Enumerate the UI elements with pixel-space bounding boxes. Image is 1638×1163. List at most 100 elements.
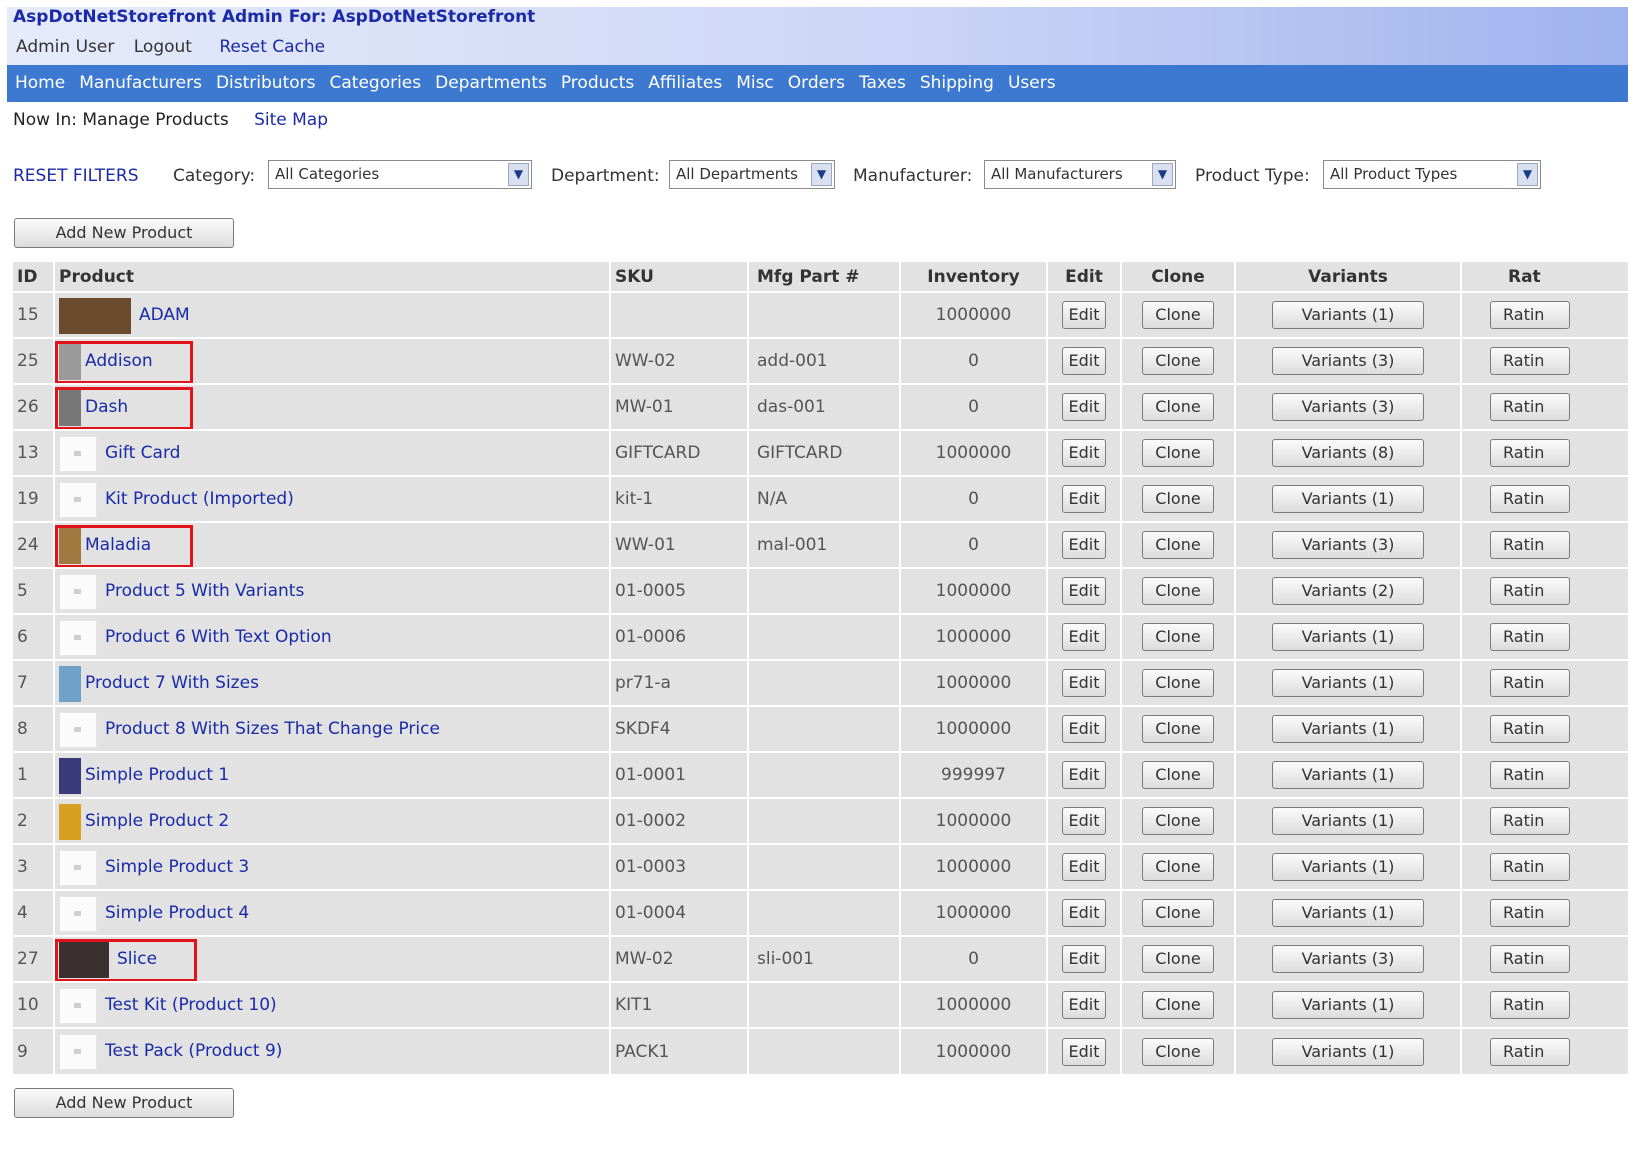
ratings-button[interactable]: Ratin xyxy=(1490,991,1570,1019)
nav-misc[interactable]: Misc xyxy=(736,65,774,102)
clone-button[interactable]: Clone xyxy=(1142,991,1214,1019)
clone-button[interactable]: Clone xyxy=(1142,531,1214,559)
ratings-button[interactable]: Ratin xyxy=(1490,347,1570,375)
clone-button[interactable]: Clone xyxy=(1142,945,1214,973)
variants-button[interactable]: Variants (1) xyxy=(1272,853,1424,881)
product-thumbnail-image[interactable] xyxy=(59,666,81,702)
variants-button[interactable]: Variants (1) xyxy=(1272,1037,1424,1066)
clone-button[interactable]: Clone xyxy=(1142,485,1214,513)
edit-button[interactable]: Edit xyxy=(1062,531,1106,559)
ratings-button[interactable]: Ratin xyxy=(1490,1037,1570,1066)
variants-button[interactable]: Variants (1) xyxy=(1272,991,1424,1019)
add-new-product-button[interactable]: Add New Product xyxy=(14,218,234,248)
variants-button[interactable]: Variants (3) xyxy=(1272,945,1424,973)
variants-button[interactable]: Variants (1) xyxy=(1272,899,1424,927)
col-header-id[interactable]: ID xyxy=(13,262,55,292)
ratings-button[interactable]: Ratin xyxy=(1490,669,1570,697)
product-thumbnail-image[interactable] xyxy=(59,712,97,748)
product-thumbnail-image[interactable] xyxy=(59,436,97,472)
edit-button[interactable]: Edit xyxy=(1062,715,1106,743)
add-new-product-button-bottom[interactable]: Add New Product xyxy=(14,1088,234,1118)
nav-shipping[interactable]: Shipping xyxy=(920,65,994,102)
product-thumbnail-image[interactable] xyxy=(59,1034,97,1070)
ratings-button[interactable]: Ratin xyxy=(1490,393,1570,421)
variants-button[interactable]: Variants (1) xyxy=(1272,761,1424,789)
edit-button[interactable]: Edit xyxy=(1062,807,1106,835)
edit-button[interactable]: Edit xyxy=(1062,853,1106,881)
product-name-link[interactable]: Simple Product 1 xyxy=(85,765,229,785)
clone-button[interactable]: Clone xyxy=(1142,347,1214,375)
site-map-link[interactable]: Site Map xyxy=(254,110,328,130)
clone-button[interactable]: Clone xyxy=(1142,761,1214,789)
variants-button[interactable]: Variants (8) xyxy=(1272,439,1424,467)
product-name-link[interactable]: Kit Product (Imported) xyxy=(105,489,294,509)
manufacturer-select[interactable]: All Manufacturers ▼ xyxy=(984,160,1176,189)
nav-users[interactable]: Users xyxy=(1008,65,1056,102)
product-thumbnail-image[interactable] xyxy=(59,482,97,518)
product-name-link[interactable]: Simple Product 4 xyxy=(105,903,249,923)
clone-button[interactable]: Clone xyxy=(1142,577,1214,605)
product-name-link[interactable]: Product 6 With Text Option xyxy=(105,627,332,647)
ratings-button[interactable]: Ratin xyxy=(1490,531,1570,559)
variants-button[interactable]: Variants (1) xyxy=(1272,623,1424,651)
product-name-link[interactable]: Test Pack (Product 9) xyxy=(105,1041,282,1061)
edit-button[interactable]: Edit xyxy=(1062,393,1106,421)
reset-filters-link[interactable]: RESET FILTERS xyxy=(13,166,139,186)
product-thumbnail-image[interactable] xyxy=(59,758,81,794)
product-name-link[interactable]: Product 7 With Sizes xyxy=(85,673,259,693)
product-name-link[interactable]: Product 5 With Variants xyxy=(105,581,304,601)
department-select[interactable]: All Departments ▼ xyxy=(669,160,835,189)
product-thumbnail-image[interactable] xyxy=(59,620,97,656)
edit-button[interactable]: Edit xyxy=(1062,439,1106,467)
edit-button[interactable]: Edit xyxy=(1062,485,1106,513)
reset-cache-link[interactable]: Reset Cache xyxy=(219,37,325,57)
clone-button[interactable]: Clone xyxy=(1142,715,1214,743)
clone-button[interactable]: Clone xyxy=(1142,623,1214,651)
clone-button[interactable]: Clone xyxy=(1142,669,1214,697)
edit-button[interactable]: Edit xyxy=(1062,623,1106,651)
product-thumbnail-image[interactable] xyxy=(59,574,97,610)
product-name-link[interactable]: Simple Product 2 xyxy=(85,811,229,831)
variants-button[interactable]: Variants (1) xyxy=(1272,669,1424,697)
product-name-link[interactable]: Product 8 With Sizes That Change Price xyxy=(105,719,440,739)
edit-button[interactable]: Edit xyxy=(1062,991,1106,1019)
ratings-button[interactable]: Ratin xyxy=(1490,945,1570,973)
product-thumbnail-image[interactable] xyxy=(59,850,97,886)
variants-button[interactable]: Variants (1) xyxy=(1272,485,1424,513)
product-thumbnail-image[interactable] xyxy=(59,298,131,334)
col-header-mfg-part[interactable]: Mfg Part # xyxy=(748,262,901,292)
edit-button[interactable]: Edit xyxy=(1062,1037,1106,1066)
variants-button[interactable]: Variants (1) xyxy=(1272,807,1424,835)
edit-button[interactable]: Edit xyxy=(1062,945,1106,973)
clone-button[interactable]: Clone xyxy=(1142,1037,1214,1066)
edit-button[interactable]: Edit xyxy=(1062,761,1106,789)
clone-button[interactable]: Clone xyxy=(1142,807,1214,835)
nav-taxes[interactable]: Taxes xyxy=(859,65,906,102)
col-header-product[interactable]: Product xyxy=(54,262,611,292)
product-name-link[interactable]: Simple Product 3 xyxy=(105,857,249,877)
edit-button[interactable]: Edit xyxy=(1062,347,1106,375)
ratings-button[interactable]: Ratin xyxy=(1490,715,1570,743)
edit-button[interactable]: Edit xyxy=(1062,577,1106,605)
clone-button[interactable]: Clone xyxy=(1142,899,1214,927)
col-header-sku[interactable]: SKU xyxy=(610,262,749,292)
ratings-button[interactable]: Ratin xyxy=(1490,577,1570,605)
edit-button[interactable]: Edit xyxy=(1062,301,1106,329)
ratings-button[interactable]: Ratin xyxy=(1490,485,1570,513)
clone-button[interactable]: Clone xyxy=(1142,301,1214,329)
nav-manufacturers[interactable]: Manufacturers xyxy=(79,65,202,102)
variants-button[interactable]: Variants (1) xyxy=(1272,715,1424,743)
ratings-button[interactable]: Ratin xyxy=(1490,807,1570,835)
ratings-button[interactable]: Ratin xyxy=(1490,853,1570,881)
edit-button[interactable]: Edit xyxy=(1062,669,1106,697)
nav-categories[interactable]: Categories xyxy=(329,65,421,102)
nav-distributors[interactable]: Distributors xyxy=(216,65,316,102)
nav-home[interactable]: Home xyxy=(15,65,65,102)
product-thumbnail-image[interactable] xyxy=(59,804,81,840)
ratings-button[interactable]: Ratin xyxy=(1490,439,1570,467)
ratings-button[interactable]: Ratin xyxy=(1490,623,1570,651)
product-name-link[interactable]: Test Kit (Product 10) xyxy=(105,995,277,1015)
ratings-button[interactable]: Ratin xyxy=(1490,761,1570,789)
product-name-link[interactable]: ADAM xyxy=(139,305,190,325)
clone-button[interactable]: Clone xyxy=(1142,393,1214,421)
